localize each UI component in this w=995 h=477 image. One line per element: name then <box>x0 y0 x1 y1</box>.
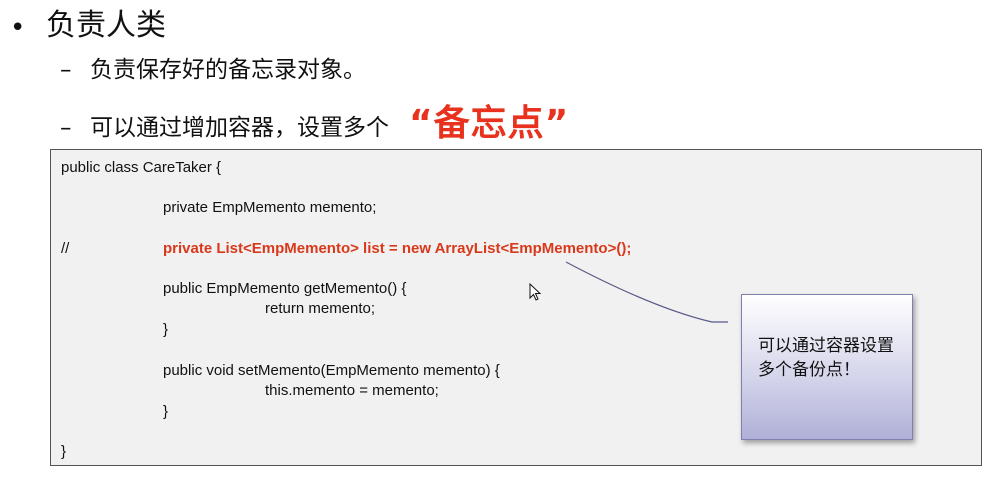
mouse-cursor-icon <box>529 283 542 301</box>
callout-box: 可以通过容器设置多个备份点！ <box>741 294 913 440</box>
